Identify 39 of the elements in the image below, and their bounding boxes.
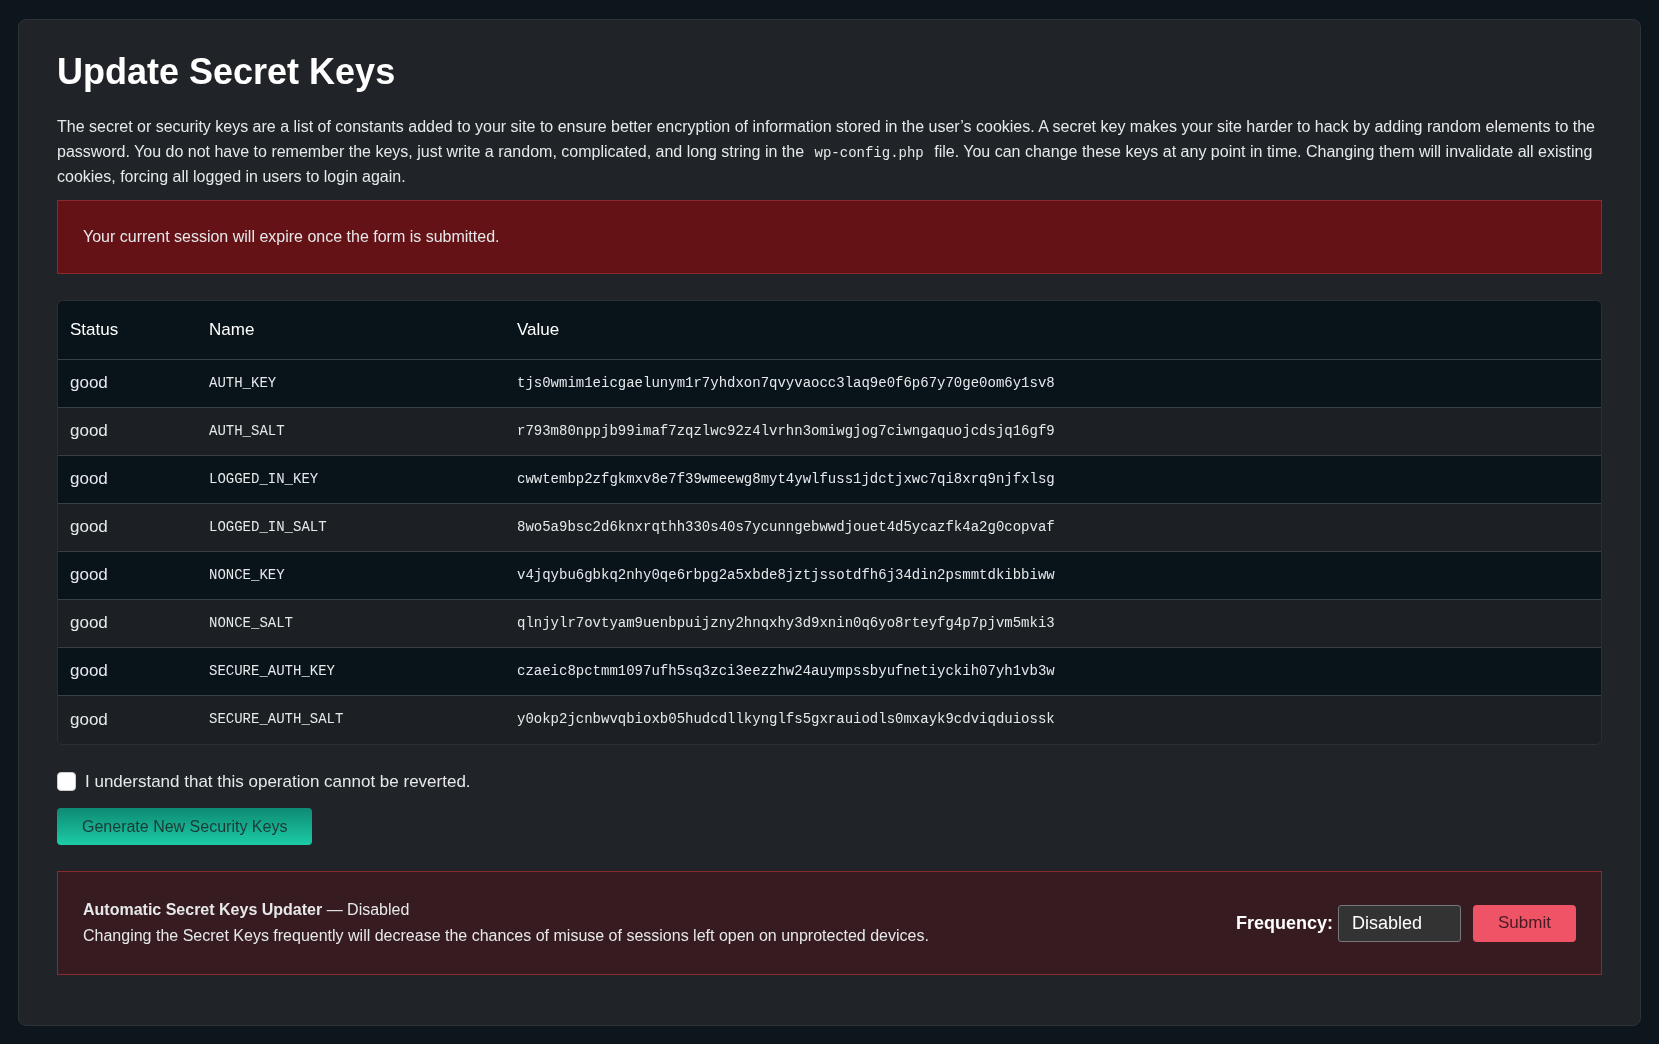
name-cell-text: LOGGED_IN_SALT [209, 517, 328, 537]
status-cell-text: good [70, 420, 109, 443]
updater-heading: Automatic Secret Keys Updater — Disabled [83, 900, 411, 921]
column-header: Value [517, 318, 561, 341]
name-cell-text: AUTH_SALT [209, 421, 286, 441]
status-cell-text: good [70, 708, 109, 731]
value-cell-text: czaeic8pctmm1097ufh5sq3zci3eezzhw24auympssbyufnetiyckih07yh1vb3w [517, 661, 1056, 681]
updater-description: Changing the Secret Keys frequently will decrease the chances of misuse of sessions left open on unprotected devices. [83, 926, 929, 947]
name-cell-text: NONCE_KEY [209, 565, 286, 585]
value-cell-text: tjs0wmim1eicgaelunym1r7yhdxon7qvyvaocc3laq9e0f6p67y70ge0om6y1sv8 [517, 373, 1056, 393]
status-cell-text: good [70, 372, 109, 395]
submit-button[interactable]: Submit [1473, 904, 1576, 942]
name-cell-text: AUTH_KEY [209, 373, 278, 393]
name-cell-text: SECURE_AUTH_SALT [209, 710, 345, 730]
status-cell-text: good [70, 612, 109, 635]
value-cell-text: v4jqybu6gbkq2nhy0qe6rbpg2a5xbde8jztjssotdfh6j34din2psmmtdkibbiww [517, 565, 1056, 585]
value-cell-text: r793m80nppjb99imaf7zqzlwc92z4lvrhn3omiwgjog7ciwngaquojcdsjq16gf9 [517, 421, 1056, 441]
page-title: Update Secret Keys [57, 50, 397, 94]
value-cell-text: qlnjylr7ovtyam9uenbpuijzny2hnqxhy3d9xnin0q6yo8rteyfg4p7pjvm5mki3 [517, 613, 1056, 633]
status-cell-text: good [70, 564, 109, 587]
checkbox-label: I understand that this operation cannot be reverted. [85, 770, 471, 793]
generate-keys-button[interactable]: Generate New Security Keys [57, 808, 313, 846]
name-cell-text: LOGGED_IN_KEY [209, 469, 320, 489]
value-cell-text: cwwtembp2zfgkmxv8e7f39wmeewg8myt4ywlfuss1jdctjxwc7qi8xrq9njfxlsg [517, 469, 1056, 489]
frequency-select[interactable]: Disabled [1338, 904, 1461, 942]
status-cell-text: good [70, 660, 109, 683]
frequency-label: Frequency: [1235, 911, 1333, 935]
inline-code: wp-config.php [813, 144, 925, 161]
status-cell-text: good [70, 516, 109, 539]
value-cell-text: 8wo5a9bsc2d6knxrqthh330s40s7ycunngebwwdjouet4d5ycazfk4a2g0copvaf [517, 517, 1056, 537]
status-cell-text: good [70, 468, 109, 491]
name-cell-text: SECURE_AUTH_KEY [209, 661, 337, 681]
name-cell-text: NONCE_SALT [209, 613, 294, 633]
value-cell-text: y0okp2jcnbwvqbioxb05hudcdllkynglfs5gxrauiodls0mxayk9cdviqduiossk [517, 710, 1056, 730]
column-header: Status [70, 318, 120, 341]
description-text: The secret or security keys are a list of constants added to your site to ensure better encryption of information stored in the user’s cookies. A secret key makes your site harder to hack by adding random elements to the password. You do not have to remember the keys, just write a random, complicated, and long string in the wp-config.php file. You can change these keys at any point in time. Changing them will invalidate all existing cookies, forcing all logged in users to login again. [57, 117, 1596, 188]
alert-message: Your current session will expire once the form is submitted. [57, 199, 1602, 274]
checkbox[interactable] [57, 771, 76, 791]
column-header: Name [209, 318, 256, 341]
